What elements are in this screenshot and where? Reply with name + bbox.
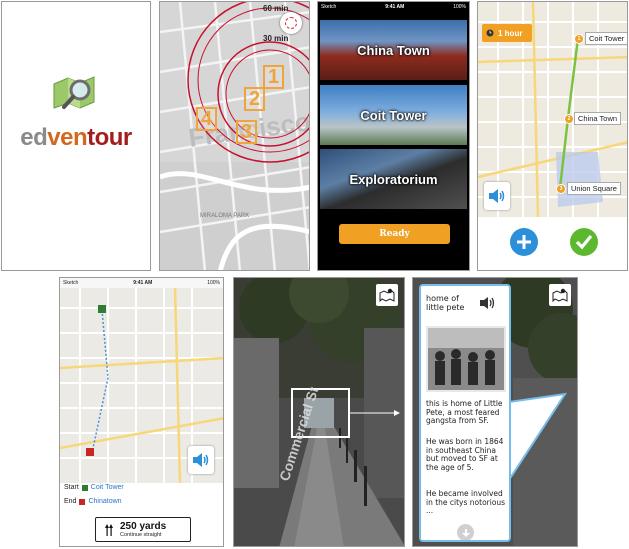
- info-title: home of little pete: [426, 294, 465, 312]
- logo-ed: ed: [20, 124, 48, 151]
- map-toggle-icon: [379, 288, 395, 302]
- map-toggle-icon: [552, 288, 568, 302]
- end-link[interactable]: Chinatown: [88, 498, 121, 505]
- info-paragraph-2: He was born in 1864 in southeast China b…: [426, 437, 504, 472]
- stop-label-coit-tower: Coit Tower: [585, 32, 627, 45]
- status-time: 9:41 AM: [385, 4, 405, 10]
- distance-value: 250 yards: [120, 521, 167, 532]
- street-view-screen: Commercial St: [233, 277, 405, 547]
- stop-pin-2[interactable]: 2: [564, 114, 574, 124]
- instruction-text: Continue straight: [120, 532, 162, 538]
- audio-button[interactable]: [188, 446, 214, 474]
- callout-pointer: [509, 392, 567, 482]
- logo-ven: ven: [47, 124, 88, 151]
- ready-button[interactable]: Ready: [339, 224, 450, 244]
- hour-clock-icon: [486, 29, 494, 37]
- status-bar: Sketch 9:41 AM 100%: [60, 278, 223, 288]
- status-carrier: Sketch: [321, 4, 337, 10]
- logo-icon-wrap: [2, 70, 150, 123]
- stop-number-1[interactable]: 1: [263, 65, 284, 89]
- plus-icon: [517, 235, 531, 249]
- down-arrow-icon: [461, 528, 470, 537]
- straight-arrow-icon: [105, 523, 113, 536]
- focus-pointer: [350, 410, 400, 416]
- status-bar: Sketch 9:41 AM 100%: [318, 2, 469, 12]
- logo-wordmark: edventour: [2, 124, 150, 152]
- status-battery: 100%: [207, 280, 220, 286]
- speaker-icon[interactable]: [479, 296, 497, 310]
- map-toggle-button[interactable]: [376, 284, 398, 306]
- route-screen: 1 hour 1 Coit Tower 2 China Town 3 Union…: [477, 1, 628, 271]
- check-icon: [575, 234, 593, 250]
- direction-box: 250 yards Continue straight: [95, 517, 191, 542]
- end-row: End Chinatown: [64, 498, 122, 505]
- status-battery: 100%: [453, 4, 466, 10]
- add-button[interactable]: [510, 228, 538, 256]
- stop-label-union-square: Union Square: [567, 182, 621, 195]
- speaker-icon: [489, 189, 505, 203]
- end-marker-icon: [79, 498, 86, 505]
- confirm-button[interactable]: [570, 228, 598, 256]
- hour-badge[interactable]: 1 hour: [482, 24, 532, 42]
- info-paragraph-3: He became involved in the citys notoriou…: [426, 489, 506, 515]
- radius-map-screen: Francisco MIRALOMA PARK 60 min 30 min 1 …: [159, 1, 310, 271]
- start-row: Start Coit Tower: [64, 484, 124, 491]
- stop-pin-1[interactable]: 1: [574, 34, 584, 44]
- splash-screen: edventour: [1, 1, 151, 271]
- place-label: Coit Tower: [360, 107, 427, 123]
- info-screen: home of little pete this is home of Litt…: [412, 277, 578, 547]
- place-card-chinatown[interactable]: China Town: [320, 20, 467, 80]
- ring-label-30: 30 min: [263, 34, 289, 43]
- start-marker-icon: [81, 484, 88, 491]
- speaker-icon: [193, 453, 209, 467]
- status-carrier: Sketch: [63, 280, 79, 286]
- navigation-screen: Sketch 9:41 AM 100% Start Coit Tower End…: [59, 277, 224, 547]
- status-time: 9:41 AM: [133, 280, 153, 286]
- scroll-down-button[interactable]: [457, 524, 474, 540]
- stop-number-3[interactable]: 3: [236, 120, 257, 144]
- stop-number-2[interactable]: 2: [244, 87, 265, 111]
- svg-text:MIRALOMA PARK: MIRALOMA PARK: [200, 213, 249, 219]
- start-label: Start: [64, 484, 79, 491]
- end-label: End: [64, 498, 77, 505]
- historic-photo: [426, 326, 506, 392]
- map-toggle-button[interactable]: [549, 284, 571, 306]
- target-icon[interactable]: [280, 12, 302, 34]
- places-screen: Sketch 9:41 AM 100% China Town Coit Towe…: [317, 1, 470, 271]
- logo-tour: tour: [87, 124, 132, 151]
- place-label: China Town: [357, 42, 430, 58]
- place-label: Exploratorium: [349, 171, 438, 187]
- stop-number-4[interactable]: 4: [196, 107, 217, 131]
- place-card-coit-tower[interactable]: Coit Tower: [320, 85, 467, 145]
- start-link[interactable]: Coit Tower: [91, 484, 124, 491]
- place-card-exploratorium[interactable]: Exploratorium: [320, 149, 467, 209]
- stop-pin-3[interactable]: 3: [556, 184, 566, 194]
- info-panel: home of little pete this is home of Litt…: [419, 284, 511, 542]
- info-paragraph-1: this is home of Little Pete, a most fear…: [426, 399, 503, 425]
- audio-button[interactable]: [484, 182, 510, 210]
- magnifier-map-icon: [53, 76, 95, 109]
- hour-label: 1 hour: [498, 28, 523, 38]
- stop-label-china-town: China Town: [574, 112, 622, 125]
- ring-label-60: 60 min: [263, 4, 289, 13]
